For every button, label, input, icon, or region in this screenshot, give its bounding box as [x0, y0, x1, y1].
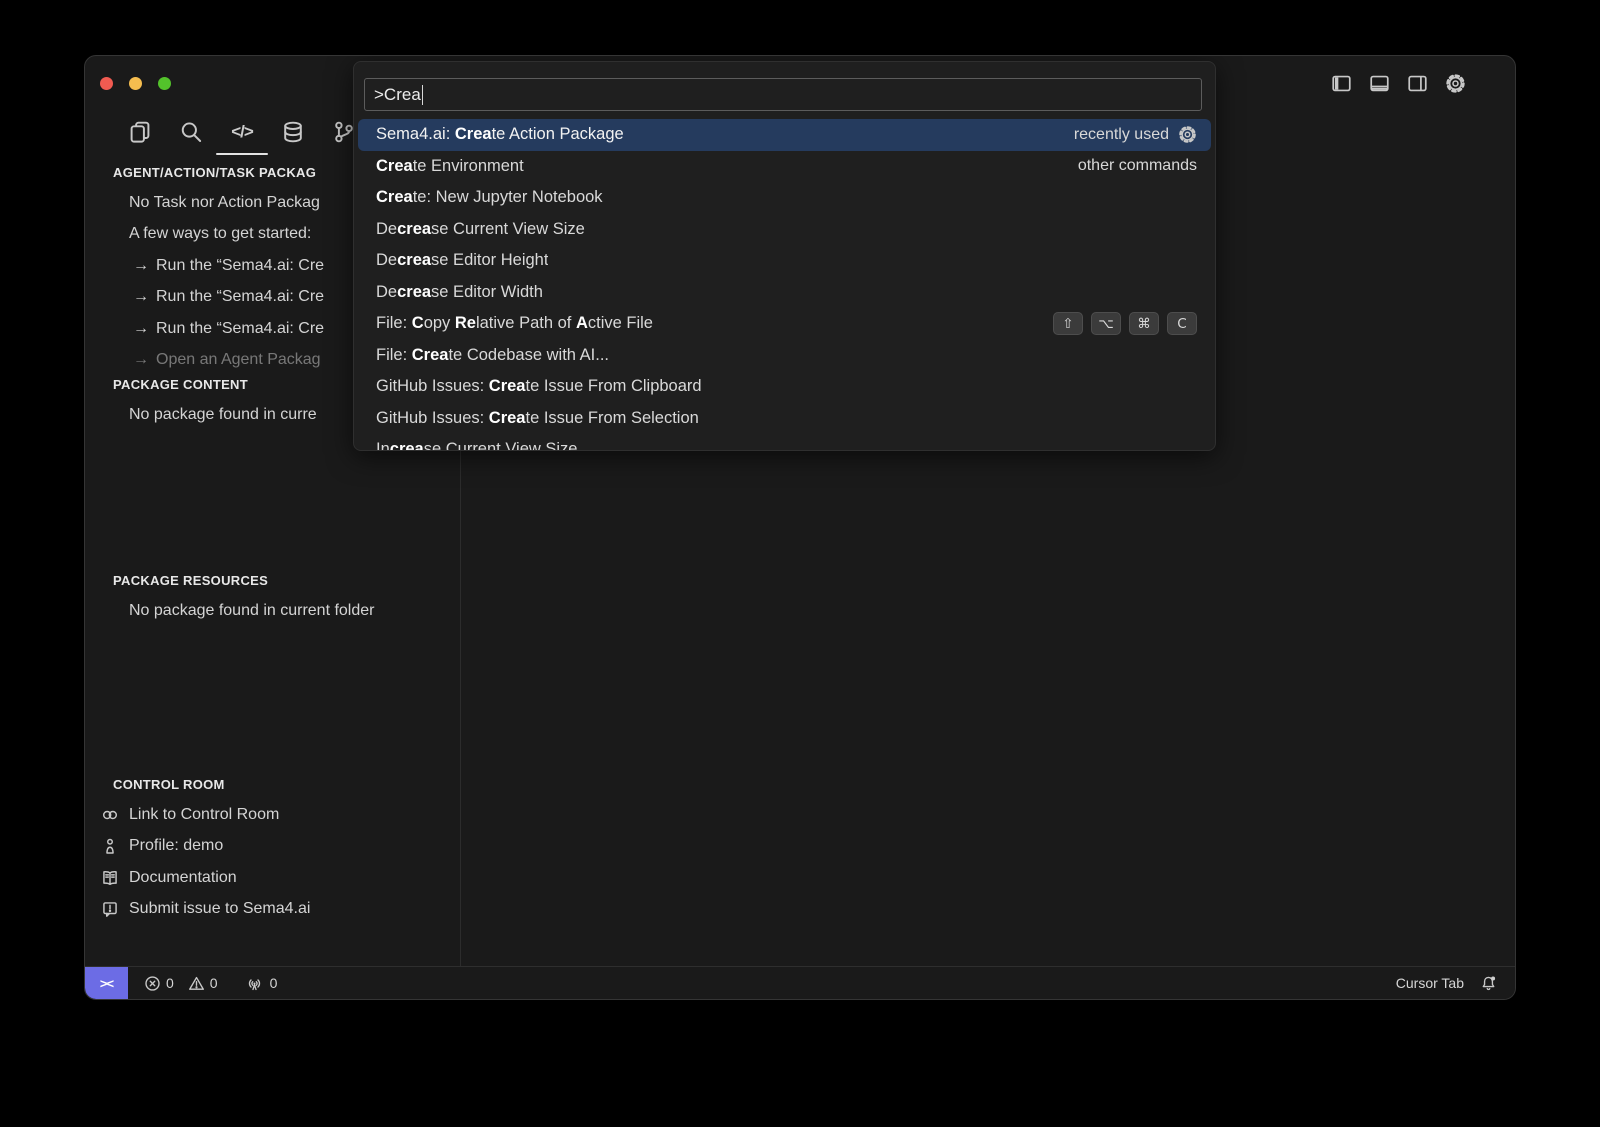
command-item-label: Decrease Editor Width — [376, 283, 543, 302]
section-title: PACKAGE RESOURCES — [113, 573, 268, 588]
report-icon — [101, 900, 119, 918]
layout-sidebar-left-icon[interactable] — [1331, 73, 1352, 94]
command-item-label: GitHub Issues: Create Issue From Selecti… — [376, 409, 699, 428]
list-item[interactable]: Profile: demo — [85, 831, 460, 863]
app-window: </> AGENT/ACTION/TASK PACKAG No Task nor… — [84, 55, 1516, 1000]
titlebar-actions — [1331, 56, 1466, 110]
ports-indicator[interactable]: 0 — [244, 975, 278, 992]
arrow-right-icon: → — [133, 351, 149, 369]
link-icon — [101, 806, 119, 824]
broadcast-icon — [244, 975, 265, 992]
error-circle-icon — [101, 406, 119, 424]
database-icon[interactable] — [281, 116, 305, 148]
gear-icon[interactable] — [1178, 125, 1197, 144]
command-item[interactable]: File: Create Codebase with AI... — [358, 340, 1211, 372]
error-circle-icon — [101, 194, 119, 212]
command-item-label: Decrease Editor Height — [376, 251, 548, 270]
section-title: AGENT/ACTION/TASK PACKAG — [113, 165, 316, 180]
search-icon[interactable] — [179, 116, 203, 148]
list-item-label: Documentation — [129, 869, 237, 887]
warning-triangle-icon — [188, 975, 205, 992]
remote-indicator-icon[interactable]: >< — [85, 967, 128, 999]
command-item-meta: recently used — [1074, 125, 1197, 144]
text-caret — [422, 85, 424, 105]
chevron-down-icon — [91, 376, 107, 392]
layout-sidebar-right-icon[interactable] — [1407, 73, 1428, 94]
command-item-label: File: Copy Relative Path of Active File — [376, 314, 653, 333]
files-icon[interactable] — [128, 116, 152, 148]
status-bar: >< 0 0 0 Cursor Tab — [85, 966, 1515, 999]
list-item-label: Run the “Sema4.ai: Cre — [156, 288, 324, 306]
statusbar-right: Cursor Tab — [1396, 975, 1515, 992]
error-circle-icon — [101, 602, 119, 620]
command-item-label: Create: New Jupyter Notebook — [376, 188, 603, 207]
command-input[interactable]: >Crea — [364, 78, 1202, 111]
minimize-button[interactable] — [129, 77, 142, 90]
command-item[interactable]: File: Copy Relative Path of Active File … — [358, 308, 1211, 340]
command-item[interactable]: Sema4.ai: Create Action Package recently… — [358, 119, 1211, 151]
command-item-label: Sema4.ai: Create Action Package — [376, 125, 624, 144]
command-item-meta: other commands — [1078, 157, 1197, 175]
arrow-right-icon: → — [133, 320, 149, 338]
list-item-label: Profile: demo — [129, 837, 223, 855]
command-query: >Crea — [374, 85, 421, 105]
cursor-tab-status[interactable]: Cursor Tab — [1396, 975, 1464, 991]
traffic-lights — [85, 77, 171, 90]
command-palette: >Crea Sema4.ai: Create Action Package re… — [353, 61, 1216, 451]
command-item[interactable]: GitHub Issues: Create Issue From Selecti… — [358, 403, 1211, 435]
command-item-label: Create Environment — [376, 157, 524, 176]
code-icon[interactable]: </> — [230, 116, 254, 148]
list-item-label: Link to Control Room — [129, 806, 279, 824]
settings-gear-icon[interactable] — [1445, 73, 1466, 94]
command-item[interactable]: Decrease Current View Size — [358, 214, 1211, 246]
section-title: CONTROL ROOM — [113, 777, 225, 792]
section-items: Link to Control Room Profile: demo Docum… — [85, 799, 460, 925]
section-header[interactable]: CONTROL ROOM — [85, 769, 460, 799]
section-title: PACKAGE CONTENT — [113, 377, 248, 392]
command-item-label: Decrease Current View Size — [376, 220, 585, 239]
list-item[interactable]: No package found in current folder — [85, 596, 460, 628]
list-item[interactable]: Link to Control Room — [85, 799, 460, 831]
error-count: 0 — [166, 975, 174, 991]
list-item-label: No package found in curre — [129, 406, 317, 424]
chevron-down-icon — [91, 573, 107, 589]
command-item-label: File: Create Codebase with AI... — [376, 346, 609, 365]
list-item-label: A few ways to get started: — [129, 225, 311, 243]
arrow-right-icon: → — [133, 257, 149, 275]
list-item[interactable]: Documentation — [85, 862, 460, 894]
close-button[interactable] — [100, 77, 113, 90]
command-item[interactable]: Increase Current View Size — [358, 434, 1211, 451]
problems-indicator[interactable]: 0 0 — [144, 975, 218, 992]
list-item[interactable]: Submit issue to Sema4.ai — [85, 894, 460, 926]
command-item[interactable]: Create Environment other commands — [358, 151, 1211, 183]
zoom-button[interactable] — [158, 77, 171, 90]
list-item-label: Submit issue to Sema4.ai — [129, 900, 310, 918]
keyboard-shortcut: ⇧⌥⌘C — [1053, 312, 1197, 335]
section-header[interactable]: PACKAGE RESOURCES — [85, 566, 460, 596]
command-item-label: Increase Current View Size — [376, 440, 577, 451]
bell-icon[interactable] — [1480, 975, 1497, 992]
list-item-label: Run the “Sema4.ai: Cre — [156, 320, 324, 338]
command-item[interactable]: GitHub Issues: Create Issue From Clipboa… — [358, 371, 1211, 403]
list-item-label: No package found in current folder — [129, 602, 374, 620]
command-item[interactable]: Decrease Editor Height — [358, 245, 1211, 277]
command-item-label: GitHub Issues: Create Issue From Clipboa… — [376, 377, 702, 396]
command-item[interactable]: Decrease Editor Width — [358, 277, 1211, 309]
book-icon — [101, 869, 119, 887]
list-item-label: Open an Agent Packag — [156, 351, 321, 369]
warning-count: 0 — [210, 975, 218, 991]
chevron-down-icon — [91, 164, 107, 180]
ports-count: 0 — [270, 975, 278, 991]
list-item-label: No Task nor Action Packag — [129, 194, 320, 212]
error-circle-icon — [144, 975, 161, 992]
section-items: No package found in current folder — [85, 596, 460, 628]
list-item-label: Run the “Sema4.ai: Cre — [156, 257, 324, 275]
layout-panel-icon[interactable] — [1369, 73, 1390, 94]
command-item[interactable]: Create: New Jupyter Notebook — [358, 182, 1211, 214]
person-icon — [101, 837, 119, 855]
command-list: Sema4.ai: Create Action Package recently… — [354, 119, 1215, 451]
arrow-right-icon: → — [133, 288, 149, 306]
chevron-down-icon — [91, 776, 107, 792]
